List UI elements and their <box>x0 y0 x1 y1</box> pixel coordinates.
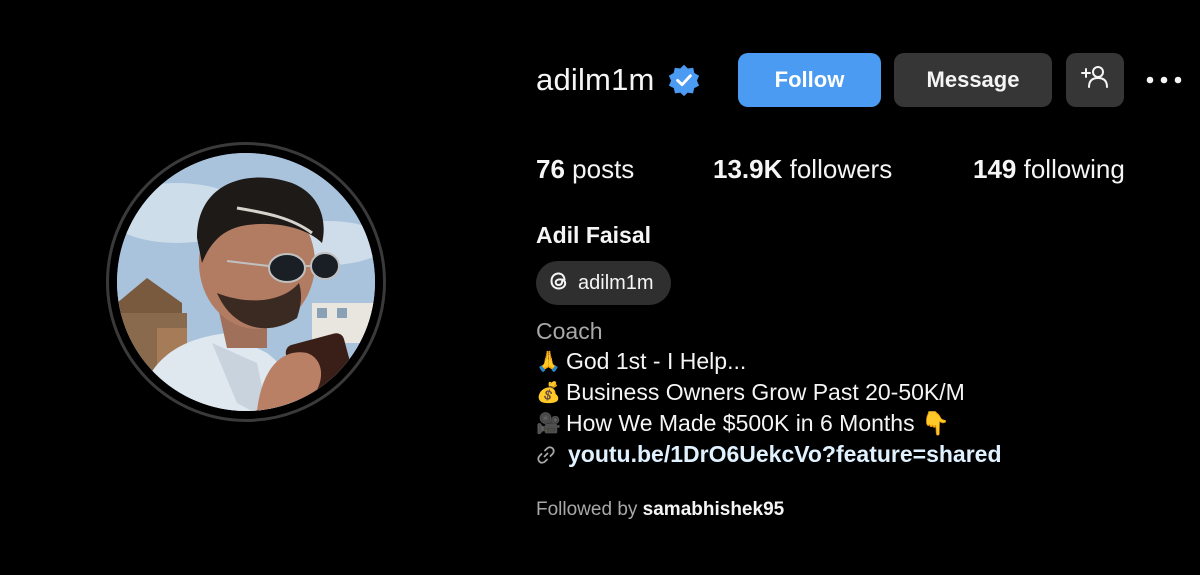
bio-text: Business Owners Grow Past 20-50K/M <box>566 379 965 405</box>
profile-page: adilm1m Follow Message 76 posts 13.9K fo… <box>0 0 1200 575</box>
bio-emoji: 🙏 <box>536 351 561 373</box>
followers-stat[interactable]: 13.9K followers <box>713 154 892 185</box>
bio-emoji: 🎥 <box>536 413 561 435</box>
following-stat[interactable]: 149 following <box>973 154 1125 185</box>
profile-header: adilm1m <box>536 52 701 108</box>
posts-stat[interactable]: 76 posts <box>536 154 634 185</box>
followed-by-user[interactable]: samabhishek95 <box>643 499 785 520</box>
threads-icon <box>548 269 570 298</box>
posts-count: 76 <box>536 154 565 184</box>
posts-label: posts <box>572 154 635 184</box>
avatar-ring[interactable] <box>106 142 386 422</box>
bio-link-text: youtu.be/1DrO6UekcVo?feature=shared <box>568 441 1002 467</box>
suggested-users-button[interactable] <box>1066 53 1124 107</box>
more-horizontal-icon <box>1146 71 1182 89</box>
following-label: following <box>1023 154 1125 184</box>
more-options-button[interactable] <box>1144 66 1184 94</box>
avatar[interactable] <box>117 153 375 411</box>
followers-label: followers <box>789 154 893 184</box>
bio-link[interactable]: youtu.be/1DrO6UekcVo?feature=shared <box>536 441 1002 468</box>
follow-button[interactable]: Follow <box>738 53 881 107</box>
avatar-photo <box>117 153 375 411</box>
threads-handle: adilm1m <box>578 271 654 294</box>
bio-emoji: 💰 <box>536 382 561 404</box>
bio-line: 🎥 How We Made $500K in 6 Months 👇 <box>536 410 950 437</box>
person-plus-icon <box>1080 64 1110 96</box>
followed-by[interactable]: Followed by samabhishek95 <box>536 499 784 521</box>
followed-by-prefix: Followed by <box>536 499 638 520</box>
bio-text: How We Made $500K in 6 Months 👇 <box>566 410 950 436</box>
bio-line: 💰 Business Owners Grow Past 20-50K/M <box>536 379 965 406</box>
following-count: 149 <box>973 154 1017 184</box>
link-icon <box>536 445 556 465</box>
bio-line: 🙏 God 1st - I Help... <box>536 348 746 375</box>
message-button[interactable]: Message <box>894 53 1052 107</box>
threads-badge[interactable]: adilm1m <box>536 261 671 305</box>
bio-text: God 1st - I Help... <box>566 348 747 374</box>
verified-badge-icon <box>667 63 701 97</box>
full-name: Adil Faisal <box>536 222 652 248</box>
username: adilm1m <box>536 62 655 97</box>
followers-count: 13.9K <box>713 154 783 184</box>
profile-category: Coach <box>536 318 603 344</box>
